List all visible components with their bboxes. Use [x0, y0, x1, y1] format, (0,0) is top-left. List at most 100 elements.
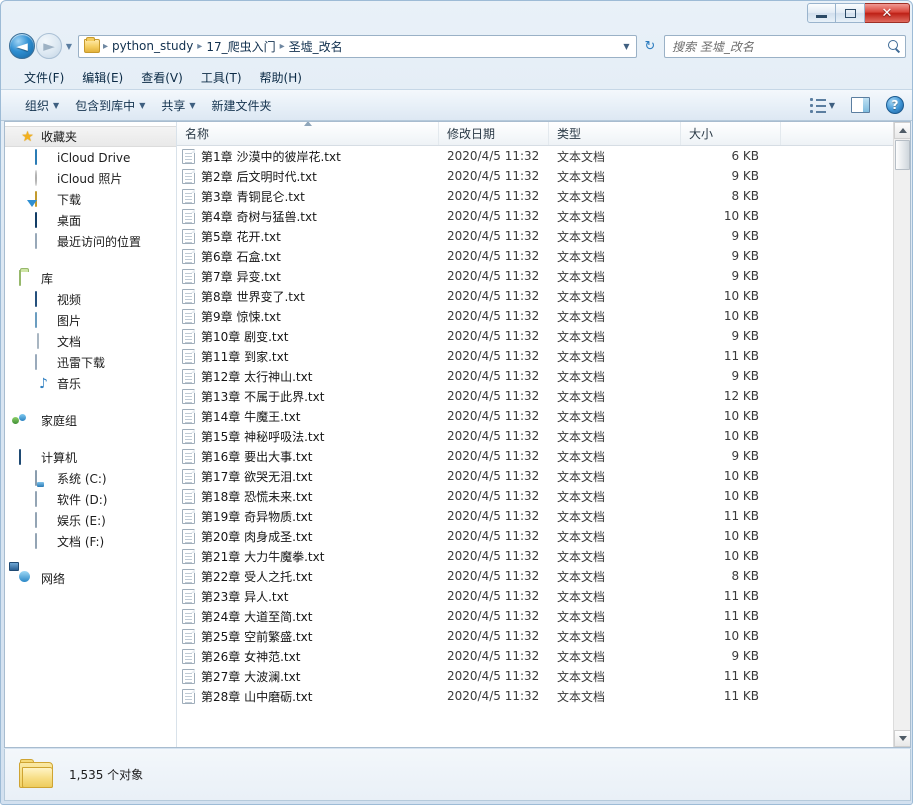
sidebar-item-label: 图片 [57, 314, 82, 328]
file-date-cell: 2020/4/5 11:32 [447, 269, 540, 283]
file-date-cell: 2020/4/5 11:32 [447, 469, 540, 483]
table-row[interactable]: 第15章 神秘呼吸法.txt 2020/4/5 11:32 文本文档 10 KB [177, 426, 893, 446]
table-row[interactable]: 第18章 恐慌未来.txt 2020/4/5 11:32 文本文档 10 KB [177, 486, 893, 506]
sidebar-item-documents[interactable]: 文档 [5, 331, 176, 352]
column-header-date[interactable]: 修改日期 [439, 122, 549, 145]
menu-tools[interactable]: 工具(T) [192, 66, 251, 89]
table-row[interactable]: 第11章 到家.txt 2020/4/5 11:32 文本文档 11 KB [177, 346, 893, 366]
sidebar-item-pictures[interactable]: 图片 [5, 310, 176, 331]
file-name-cell: 第20章 肉身成圣.txt [177, 528, 439, 545]
table-row[interactable]: 第22章 受人之托.txt 2020/4/5 11:32 文本文档 8 KB [177, 566, 893, 586]
sidebar-item-computer[interactable]: 计算机 [5, 447, 176, 468]
table-row[interactable]: 第1章 沙漠中的彼岸花.txt 2020/4/5 11:32 文本文档 6 KB [177, 146, 893, 166]
table-row[interactable]: 第9章 惊悚.txt 2020/4/5 11:32 文本文档 10 KB [177, 306, 893, 326]
scrollbar-thumb[interactable] [895, 140, 910, 170]
include-in-library-button[interactable]: 包含到库中 ▼ [67, 93, 153, 118]
sidebar-item-downloads[interactable]: 下载 [5, 189, 176, 210]
table-row[interactable]: 第10章 剧变.txt 2020/4/5 11:32 文本文档 9 KB [177, 326, 893, 346]
sidebar-item-label: 软件 (D:) [57, 493, 108, 507]
xunlei-icon [35, 353, 52, 371]
sidebar-item-desktop[interactable]: 桌面 [5, 210, 176, 231]
table-row[interactable]: 第27章 大波澜.txt 2020/4/5 11:32 文本文档 11 KB [177, 666, 893, 686]
table-row[interactable]: 第3章 青铜昆仑.txt 2020/4/5 11:32 文本文档 8 KB [177, 186, 893, 206]
sidebar-item-drive-e[interactable]: 娱乐 (E:) [5, 510, 176, 531]
file-size-cell: 10 KB [723, 629, 759, 643]
recent-pages-button[interactable]: ▼ [62, 33, 76, 59]
menu-help[interactable]: 帮助(H) [251, 66, 311, 89]
address-bar[interactable]: ▸ python_study ▸ 17_爬虫入门 ▸ 圣墟_改名 ▼ [78, 34, 637, 58]
preview-pane-icon[interactable] [851, 97, 870, 113]
file-type-cell: 文本文档 [557, 669, 606, 684]
menu-file[interactable]: 文件(F) [15, 66, 73, 89]
column-header-type[interactable]: 类型 [549, 122, 681, 145]
sidebar-item-icloud-drive[interactable]: iCloud Drive [5, 147, 176, 168]
menu-view[interactable]: 查看(V) [132, 66, 192, 89]
refresh-button[interactable]: ↻ [639, 35, 661, 58]
organize-button[interactable]: 组织 ▼ [17, 93, 67, 118]
view-dropdown-icon[interactable]: ▼ [829, 101, 835, 110]
sidebar-item-libraries[interactable]: 库 [5, 268, 176, 289]
scroll-down-button[interactable] [894, 730, 910, 747]
table-row[interactable]: 第20章 肉身成圣.txt 2020/4/5 11:32 文本文档 10 KB [177, 526, 893, 546]
change-view-icon[interactable] [809, 97, 827, 113]
breadcrumb-item-1[interactable]: 17_爬虫入门 [203, 36, 278, 57]
table-row[interactable]: 第26章 女神范.txt 2020/4/5 11:32 文本文档 9 KB [177, 646, 893, 666]
documents-icon [35, 332, 52, 350]
table-row[interactable]: 第4章 奇树与猛兽.txt 2020/4/5 11:32 文本文档 10 KB [177, 206, 893, 226]
sidebar-item-label: iCloud Drive [57, 150, 131, 165]
scroll-up-button[interactable] [894, 122, 910, 139]
share-button[interactable]: 共享 ▼ [153, 93, 203, 118]
table-row[interactable]: 第25章 空前繁盛.txt 2020/4/5 11:32 文本文档 10 KB [177, 626, 893, 646]
back-button[interactable]: ◄ [9, 33, 35, 59]
sidebar-item-xunlei-downloads[interactable]: 迅雷下载 [5, 352, 176, 373]
sidebar-item-videos[interactable]: 视频 [5, 289, 176, 310]
table-row[interactable]: 第5章 花开.txt 2020/4/5 11:32 文本文档 9 KB [177, 226, 893, 246]
table-row[interactable]: 第24章 大道至简.txt 2020/4/5 11:32 文本文档 11 KB [177, 606, 893, 626]
breadcrumb-item-0[interactable]: python_study [109, 37, 196, 55]
close-button[interactable]: ✕ [865, 3, 910, 23]
address-dropdown-button[interactable]: ▼ [619, 36, 634, 57]
table-row[interactable]: 第7章 异变.txt 2020/4/5 11:32 文本文档 9 KB [177, 266, 893, 286]
file-size-cell: 10 KB [723, 209, 759, 223]
sidebar-item-music[interactable]: ♪ 音乐 [5, 373, 176, 394]
maximize-button[interactable] [836, 3, 865, 23]
sidebar-item-drive-c[interactable]: 系统 (C:) [5, 468, 176, 489]
forward-button[interactable]: ► [36, 33, 62, 59]
table-row[interactable]: 第17章 欲哭无泪.txt 2020/4/5 11:32 文本文档 10 KB [177, 466, 893, 486]
table-row[interactable]: 第14章 牛魔王.txt 2020/4/5 11:32 文本文档 10 KB [177, 406, 893, 426]
file-size-cell: 12 KB [723, 389, 759, 403]
breadcrumb-item-2[interactable]: 圣墟_改名 [286, 36, 346, 57]
minimize-button[interactable] [807, 3, 836, 23]
help-icon[interactable]: ? [886, 96, 904, 114]
navigation-pane[interactable]: ★ 收藏夹 iCloud Drive iCloud 照片 下载 桌面 最近访问的… [5, 122, 177, 747]
sidebar-item-favorites[interactable]: ★ 收藏夹 [5, 126, 176, 147]
sidebar-item-drive-f[interactable]: 文档 (F:) [5, 531, 176, 552]
search-input[interactable]: 搜索 圣墟_改名 [664, 34, 906, 58]
table-row[interactable]: 第28章 山中磨砺.txt 2020/4/5 11:32 文本文档 11 KB [177, 686, 893, 706]
window-controls: ✕ [807, 3, 910, 23]
column-header-size[interactable]: 大小 [681, 122, 781, 145]
sidebar-item-network[interactable]: 网络 [5, 568, 176, 589]
table-row[interactable]: 第2章 后文明时代.txt 2020/4/5 11:32 文本文档 9 KB [177, 166, 893, 186]
table-row[interactable]: 第19章 奇异物质.txt 2020/4/5 11:32 文本文档 11 KB [177, 506, 893, 526]
table-row[interactable]: 第6章 石盒.txt 2020/4/5 11:32 文本文档 9 KB [177, 246, 893, 266]
drive-icon [35, 532, 52, 550]
vertical-scrollbar[interactable] [893, 122, 910, 747]
table-row[interactable]: 第13章 不属于此界.txt 2020/4/5 11:32 文本文档 12 KB [177, 386, 893, 406]
sidebar-item-icloud-photos[interactable]: iCloud 照片 [5, 168, 176, 189]
column-header-name[interactable]: 名称 [177, 122, 439, 145]
text-file-icon [182, 608, 195, 624]
column-label: 名称 [185, 127, 210, 141]
table-row[interactable]: 第23章 异人.txt 2020/4/5 11:32 文本文档 11 KB [177, 586, 893, 606]
sidebar-item-recent-places[interactable]: 最近访问的位置 [5, 231, 176, 252]
sidebar-item-drive-d[interactable]: 软件 (D:) [5, 489, 176, 510]
menu-edit[interactable]: 编辑(E) [73, 66, 132, 89]
table-row[interactable]: 第12章 太行神山.txt 2020/4/5 11:32 文本文档 9 KB [177, 366, 893, 386]
table-row[interactable]: 第16章 要出大事.txt 2020/4/5 11:32 文本文档 9 KB [177, 446, 893, 466]
sidebar-item-label: 音乐 [57, 377, 82, 391]
sidebar-item-homegroup[interactable]: 家庭组 [5, 410, 176, 431]
item-count-label: 1,535 个对象 [69, 768, 144, 782]
table-row[interactable]: 第8章 世界变了.txt 2020/4/5 11:32 文本文档 10 KB [177, 286, 893, 306]
table-row[interactable]: 第21章 大力牛魔拳.txt 2020/4/5 11:32 文本文档 10 KB [177, 546, 893, 566]
new-folder-button[interactable]: 新建文件夹 [204, 93, 280, 118]
